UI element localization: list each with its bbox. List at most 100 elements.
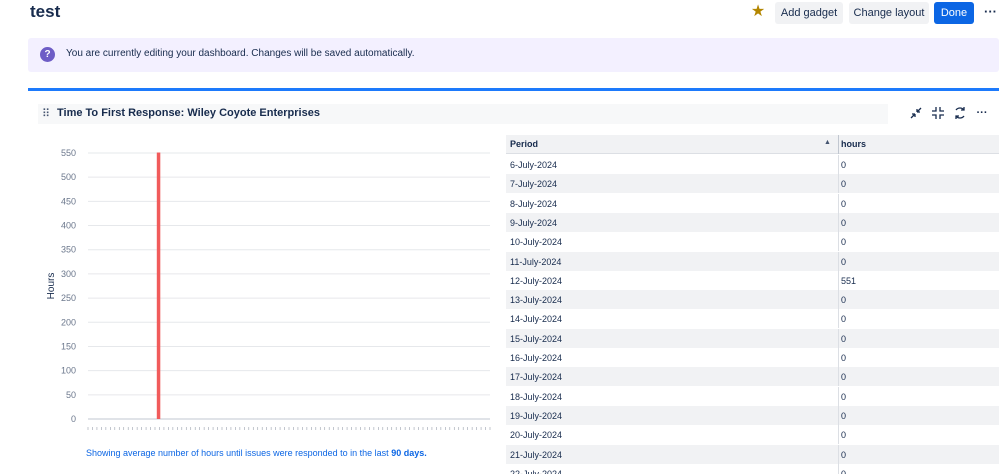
chart-caption: Showing average number of hours until is… [86,448,427,458]
question-icon: ? [40,47,55,62]
table-row: 8-July-2024 0 [506,193,999,213]
gadget-title: Time To First Response: Wiley Coyote Ent… [57,107,320,119]
table-row: 6-July-2024 0 [506,155,999,174]
row-divider [838,270,839,290]
cell-period: 16-July-2024 [510,353,563,363]
cell-period: 21-July-2024 [510,449,563,460]
table-row: 18-July-2024 0 [506,386,999,406]
column-header-period[interactable]: Period [510,139,538,149]
caption-text: Showing average number of hours until is… [86,448,392,458]
table-row: 14-July-2024 0 [506,309,999,329]
add-gadget-button[interactable]: Add gadget [775,2,843,24]
cell-hours: 0 [841,353,847,363]
cell-hours: 0 [841,198,847,209]
cell-period: 9-July-2024 [510,217,558,228]
cell-period: 20-July-2024 [510,430,563,441]
caption-period: 90 days. [391,448,427,458]
table-row: 20-July-2024 0 [506,425,999,445]
row-divider [838,193,839,213]
drag-handle-icon[interactable]: ⠿ [42,107,50,121]
table-row: 17-July-2024 0 [506,367,999,387]
row-divider [838,155,839,174]
table-row: 19-July-2024 0 [506,405,999,425]
cell-period: 12-July-2024 [510,275,563,286]
column-header-hours[interactable]: hours [841,139,866,149]
y-tick-label: 0 [71,414,76,424]
sort-ascending-icon[interactable]: ▲ [824,139,831,146]
cell-period: 11-July-2024 [510,256,562,267]
cell-period: 13-July-2024 [510,295,563,306]
cell-hours: 0 [841,160,847,170]
minimize-icon[interactable] [909,106,923,120]
row-divider [838,425,839,445]
edit-mode-banner: ? You are currently editing your dashboa… [28,38,999,72]
gadget-header[interactable]: ⠿ Time To First Response: Wiley Coyote E… [38,104,888,124]
cell-period: 10-July-2024 [510,237,563,248]
cell-hours: 0 [841,217,847,228]
table-row: 9-July-2024 0 [506,212,999,232]
cell-period: 17-July-2024 [510,372,563,383]
row-divider [838,290,839,310]
cell-period: 7-July-2024 [510,179,558,190]
star-icon[interactable]: ★ [750,3,766,21]
row-divider [838,444,839,464]
y-tick-label: 100 [61,366,76,376]
y-tick-label: 500 [61,172,76,182]
cell-hours: 0 [841,333,847,344]
row-divider [838,367,839,387]
y-tick-label: 50 [66,390,76,400]
cell-period: 8-July-2024 [510,198,558,209]
column-divider [838,135,839,154]
cell-hours: 0 [841,237,847,248]
chart-container: 0 50 100 150 200 250 300 350 400 450 500 550 Hours [28,141,498,441]
table-row: 10-July-2024 0 [506,232,999,252]
cell-period: 19-July-2024 [510,410,563,421]
bar-chart: 0 50 100 150 200 250 300 350 400 450 500 550 Hours [46,148,491,430]
banner-message: You are currently editing your dashboard… [66,48,415,59]
cell-period: 15-July-2024 [510,333,563,344]
table-row: 22-July-2024 0 [506,463,999,474]
row-divider [838,463,839,474]
row-divider [838,251,839,271]
table-row: 16-July-2024 0 [506,348,999,367]
row-divider [838,386,839,406]
y-tick-label: 550 [61,148,76,158]
cell-period: 18-July-2024 [510,391,563,402]
y-tick-label: 350 [61,245,76,255]
table-row: 21-July-2024 0 [506,444,999,464]
page-title: test [30,2,61,21]
data-table: Period ▲ hours 6-July-2024 0 7-July-2024 0 8… [506,135,999,474]
cell-hours: 0 [841,430,847,441]
row-divider [838,212,839,232]
table-row: 12-July-2024 551 [506,270,999,290]
bar [156,152,161,419]
done-button[interactable]: Done [934,2,974,24]
row-divider [838,309,839,329]
y-axis-label: Hours [46,273,57,300]
cell-hours: 551 [841,275,857,286]
collapse-icon[interactable] [931,106,945,120]
change-layout-button[interactable]: Change layout [849,2,929,24]
cell-hours: 0 [841,179,847,190]
row-divider [838,348,839,367]
cell-hours: 0 [841,372,847,383]
cell-period: 22-July-2024 [510,468,563,474]
cell-hours: 0 [841,256,847,267]
cell-period: 6-July-2024 [510,160,558,170]
cell-hours: 0 [841,391,847,402]
table-row: 7-July-2024 0 [506,174,999,194]
cell-hours: 0 [841,410,847,421]
row-divider [838,405,839,425]
refresh-icon[interactable] [953,106,967,120]
gadget-more-icon[interactable]: ··· [975,106,989,120]
cell-hours: 0 [841,449,847,460]
cell-hours: 0 [841,295,847,306]
y-tick-label: 400 [61,221,76,231]
table-row: 11-July-2024 0 [506,251,999,271]
cell-hours: 0 [841,468,847,474]
more-actions-icon[interactable]: ··· [982,2,999,24]
row-divider [838,174,839,194]
cell-hours: 0 [841,314,847,325]
y-tick-label: 200 [61,317,76,327]
y-tick-label: 250 [61,293,76,303]
